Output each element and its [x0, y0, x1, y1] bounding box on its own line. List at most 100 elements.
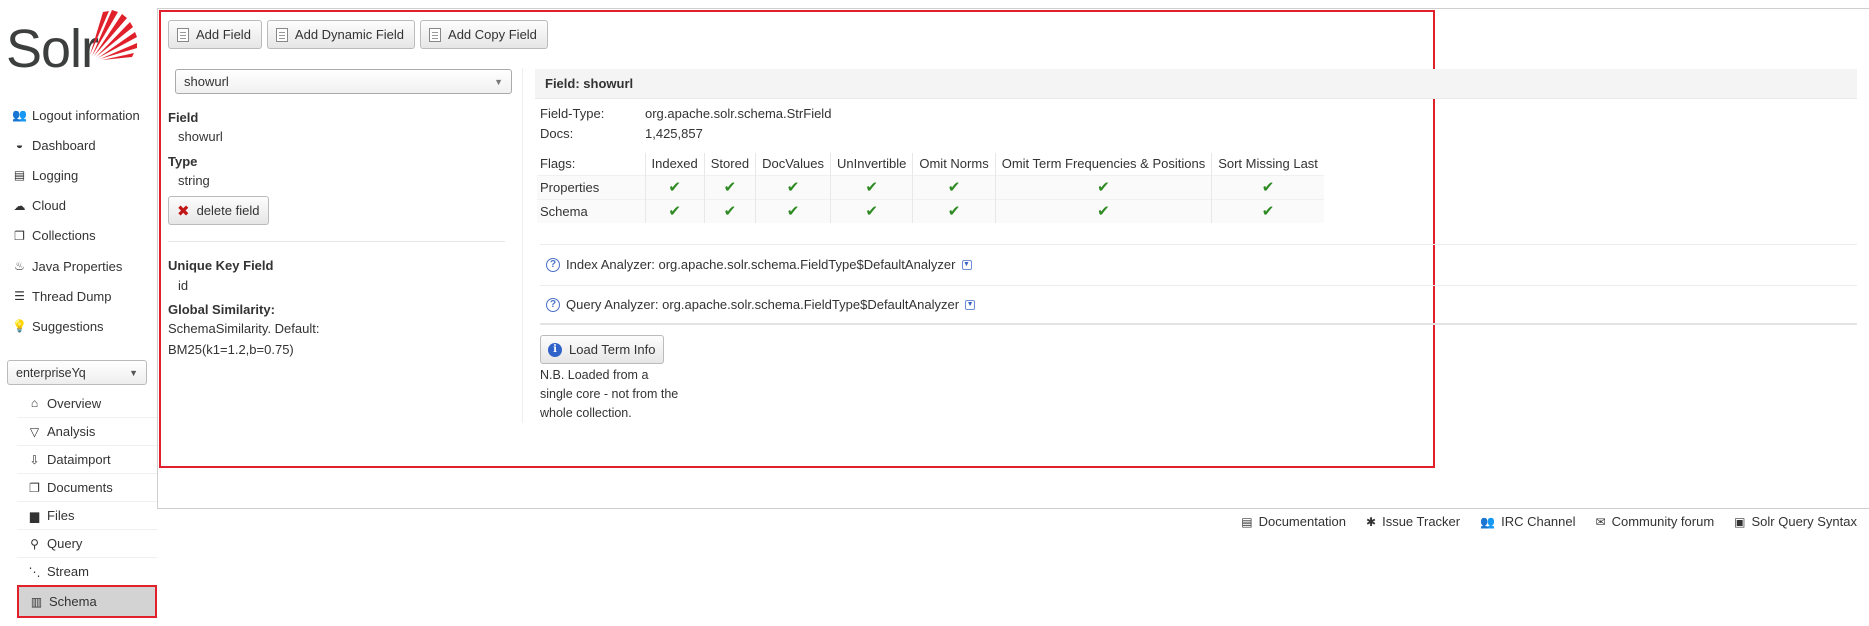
menu-item-label: Suggestions [32, 318, 104, 334]
checkmark-icon: ✔ [668, 179, 681, 196]
footer-links: ▤ Documentation ✱ Issue Tracker 👥 IRC Channel… [1241, 514, 1857, 529]
flag-column-header: Indexed [644, 153, 705, 175]
menu-item-suggestions[interactable]: 💡 Suggestions [8, 311, 156, 341]
menu-item-logging[interactable]: ▤ Logging [8, 160, 156, 190]
core-menu-item-stream[interactable]: ⋱ Stream [17, 557, 157, 585]
unique-key-value: id [178, 278, 189, 293]
documentation-icon: ▤ [1241, 514, 1253, 529]
flag-cell: ✔ [703, 174, 756, 199]
expand-icon[interactable]: ▼ [961, 259, 972, 270]
delete-icon: ✖ [177, 202, 190, 220]
flags-row-label: Schema [537, 198, 645, 223]
flag-cell: ✔ [1211, 174, 1324, 199]
checkmark-icon: ✔ [723, 203, 737, 221]
core-menu-item-analysis[interactable]: ▽ Analysis [17, 417, 157, 445]
menu-item-label: Logging [32, 167, 79, 183]
folder-icon: ▆ [29, 508, 40, 523]
main-menu: 👥 Logout information ◒ Dashboard ▤ Logging ☁ Cl… [8, 100, 156, 342]
page-icon [275, 27, 288, 42]
add-field-button[interactable]: Add Field [168, 20, 262, 49]
java-icon: ♨ [14, 259, 25, 274]
schema-toolbar: Add Field Add Dynamic Field Add Copy Fie… [168, 20, 548, 49]
query-analyzer-row[interactable]: ? Query Analyzer: org.apache.solr.schema… [540, 285, 1857, 325]
add-dynamic-field-button[interactable]: Add Dynamic Field [266, 20, 416, 49]
menu-item-thread-dump[interactable]: ☰ Thread Dump [8, 281, 156, 311]
flag-column-header: Omit Norms [912, 153, 996, 175]
expand-icon[interactable]: ▼ [965, 299, 976, 310]
core-menu-item-label: Schema [49, 594, 97, 609]
core-selector[interactable]: enterpriseYq ▼ [7, 360, 147, 385]
footer-link-solr-query-syntax[interactable]: ▣ Solr Query Syntax [1734, 514, 1857, 529]
flag-column-header: Stored [703, 153, 756, 175]
menu-item-label: Collections [32, 228, 96, 244]
checkmark-icon: ✔ [947, 179, 961, 196]
core-menu-item-overview[interactable]: ⌂ Overview [17, 389, 157, 417]
field-selector-value: showurl [184, 74, 229, 89]
footer-link-label: Community forum [1611, 514, 1715, 529]
menu-item-label: Dashboard [32, 137, 96, 153]
global-similarity-label: Global Similarity: [168, 302, 275, 317]
footer-link-label: IRC Channel [1501, 514, 1576, 529]
flag-cell: ✔ [912, 174, 996, 199]
core-menu-item-files[interactable]: ▆ Files [17, 501, 157, 529]
core-menu-item-label: Documents [47, 480, 113, 495]
checkmark-icon: ✔ [786, 179, 800, 196]
core-menu-item-query[interactable]: ⚲ Query [17, 529, 157, 557]
checkmark-icon: ✔ [947, 203, 961, 221]
field-selector[interactable]: showurl ▼ [175, 69, 512, 94]
chevron-down-icon: ▼ [129, 367, 138, 378]
core-menu-item-schema[interactable]: ▥ Schema [17, 585, 157, 618]
flags-row-properties: Properties ✔ ✔ ✔ ✔ ✔ ✔ ✔ [537, 174, 1324, 199]
footer-link-issue-tracker[interactable]: ✱ Issue Tracker [1366, 514, 1460, 529]
load-note: N.B. Loaded from a single core - not fro… [540, 368, 679, 420]
field-value: showurl [178, 129, 223, 144]
core-menu: ⌂ Overview ▽ Analysis ⇩ Dataimport ❐ Documents ▆… [17, 389, 157, 618]
footer-link-documentation[interactable]: ▤ Documentation [1241, 514, 1346, 529]
add-copy-field-button[interactable]: Add Copy Field [420, 20, 548, 49]
bug-icon: ✱ [1366, 514, 1377, 529]
schema-icon: ▥ [30, 594, 43, 609]
funnel-icon: ▽ [29, 424, 40, 439]
core-menu-item-label: Query [47, 536, 83, 551]
docs-label: Docs: [540, 126, 574, 141]
menu-item-java-properties[interactable]: ♨ Java Properties [8, 251, 156, 281]
column-divider [522, 68, 523, 423]
logging-icon: ▤ [13, 168, 26, 183]
solr-logo[interactable]: Solr [6, 6, 137, 76]
search-icon: ⚲ [30, 536, 39, 551]
core-selector-value: enterpriseYq [16, 365, 86, 380]
footer-link-irc-channel[interactable]: 👥 IRC Channel [1480, 514, 1575, 529]
load-term-info-button[interactable]: i Load Term Info [540, 335, 665, 364]
menu-item-dashboard[interactable]: ◒ Dashboard [8, 130, 156, 160]
query-analyzer-text: Query Analyzer: org.apache.solr.schema.F… [566, 297, 960, 312]
footer-link-community-forum[interactable]: ✉ Community forum [1596, 514, 1715, 529]
help-icon: ? [546, 297, 560, 312]
checkmark-icon: ✔ [1261, 179, 1275, 196]
checkmark-icon: ✔ [668, 203, 681, 221]
similarity-line1: SchemaSimilarity. Default: [168, 321, 320, 336]
menu-item-collections[interactable]: ❐ Collections [8, 221, 156, 251]
delete-field-button[interactable]: ✖ delete field [168, 196, 270, 225]
import-icon: ⇩ [29, 452, 40, 467]
unique-key-label: Unique Key Field [168, 258, 274, 273]
menu-item-cloud[interactable]: ☁ Cloud [8, 191, 156, 221]
flag-cell: ✔ [1211, 198, 1324, 223]
add-field-label: Add Field [196, 27, 251, 42]
core-menu-item-dataimport[interactable]: ⇩ Dataimport [17, 445, 157, 473]
similarity-line2: BM25(k1=1.2,b=0.75) [168, 342, 294, 357]
flag-cell: ✔ [994, 198, 1212, 223]
menu-item-logout-information[interactable]: 👥 Logout information [8, 100, 156, 130]
flag-column-header: DocValues [755, 153, 831, 175]
stream-icon: ⋱ [28, 564, 41, 579]
flag-cell: ✔ [912, 198, 996, 223]
flag-cell: ✔ [755, 174, 831, 199]
checkmark-icon: ✔ [1097, 179, 1110, 196]
core-menu-item-documents[interactable]: ❐ Documents [17, 473, 157, 501]
chevron-down-icon: ▼ [494, 76, 503, 87]
flags-row-schema: Schema ✔ ✔ ✔ ✔ ✔ ✔ ✔ [537, 198, 1324, 223]
index-analyzer-row[interactable]: ? Index Analyzer: org.apache.solr.schema… [540, 244, 1857, 284]
flag-cell: ✔ [829, 198, 913, 223]
flags-row-label: Properties [537, 174, 645, 199]
field-type-value: org.apache.solr.schema.StrField [645, 106, 832, 121]
checkmark-icon: ✔ [723, 179, 737, 196]
